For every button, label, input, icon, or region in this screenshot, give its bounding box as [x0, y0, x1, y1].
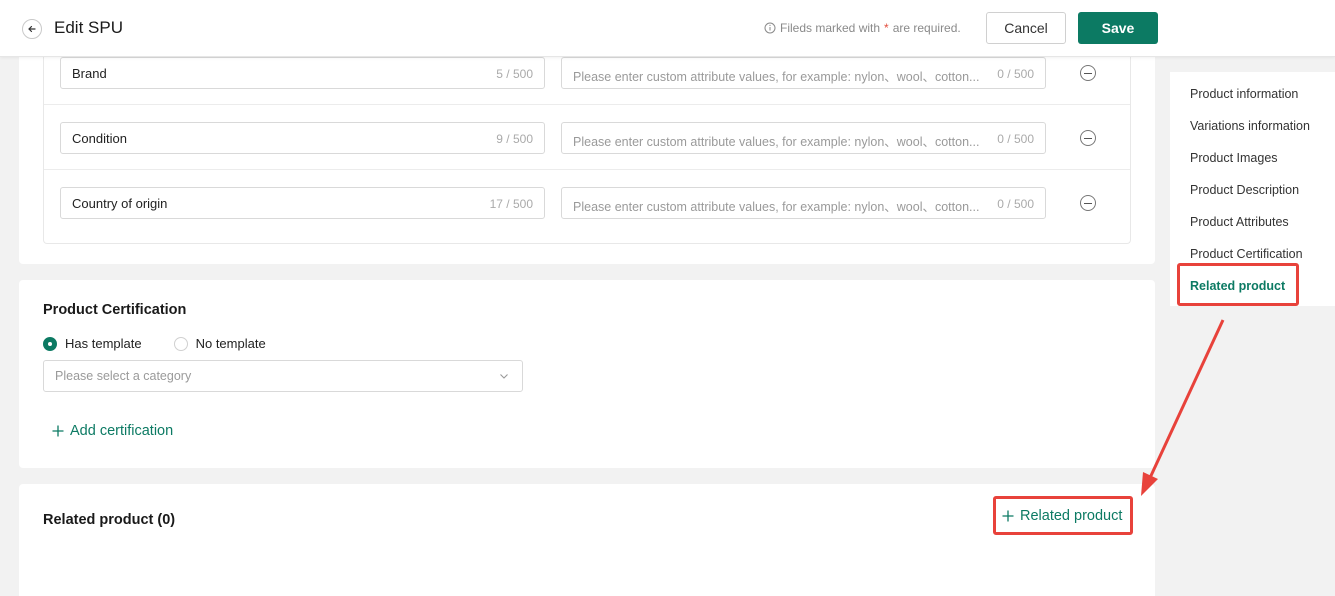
attribute-value-count: 0 / 500	[997, 132, 1034, 146]
attribute-value-count: 0 / 500	[997, 67, 1034, 81]
add-related-product-label: Related product	[1020, 508, 1123, 524]
attribute-value-placeholder: Please enter custom attribute values, fo…	[573, 70, 980, 84]
attribute-value-count: 0 / 500	[997, 197, 1034, 211]
plus-icon	[1002, 510, 1014, 522]
attribute-name-input[interactable]: Condition 9 / 500	[60, 122, 545, 154]
plus-icon	[52, 425, 64, 437]
nav-item-product-description[interactable]: Product Description	[1190, 183, 1299, 197]
attribute-name-value: Country of origin	[72, 196, 168, 211]
required-star: *	[884, 21, 889, 35]
attributes-card: Brand 5 / 500 Please enter custom attrib…	[19, 40, 1155, 264]
save-button[interactable]: Save	[1078, 12, 1158, 44]
annotation-highlight-box: Related product	[993, 496, 1133, 535]
radio-checked-icon	[43, 336, 57, 351]
top-bar: Edit SPU Fileds marked with * are requir…	[0, 0, 1335, 57]
attribute-name-count: 5 / 500	[496, 67, 533, 81]
required-note-prefix: Fileds marked with	[780, 21, 881, 35]
certification-card: Product Certification Has template No te…	[19, 280, 1155, 468]
cancel-button[interactable]: Cancel	[986, 12, 1066, 44]
attribute-value-placeholder: Please enter custom attribute values, fo…	[573, 200, 980, 214]
radio-label: No template	[195, 336, 266, 351]
related-product-title: Related product (0)	[43, 512, 176, 528]
nav-item-product-certification[interactable]: Product Certification	[1190, 247, 1303, 261]
attribute-name-input[interactable]: Country of origin 17 / 500	[60, 187, 545, 219]
attribute-row: Condition 9 / 500 Please enter custom at…	[44, 105, 1130, 170]
add-related-product-button[interactable]: Related product	[1002, 508, 1122, 524]
info-icon	[764, 22, 776, 34]
attribute-name-input[interactable]: Brand 5 / 500	[60, 57, 545, 89]
nav-item-product-attributes[interactable]: Product Attributes	[1190, 215, 1289, 229]
category-select-placeholder: Please select a category	[55, 369, 192, 383]
attribute-name-count: 17 / 500	[489, 197, 533, 211]
category-select[interactable]: Please select a category	[43, 360, 523, 392]
back-button[interactable]	[22, 19, 42, 39]
add-certification-label: Add certification	[70, 423, 174, 439]
attribute-name-value: Condition	[72, 131, 127, 146]
required-note-suffix: are required.	[892, 21, 961, 35]
radio-no-template[interactable]: No template	[173, 336, 266, 351]
remove-attribute-icon[interactable]	[1080, 65, 1096, 81]
nav-item-product-images[interactable]: Product Images	[1190, 151, 1278, 165]
attribute-name-count: 9 / 500	[496, 132, 533, 146]
attributes-table: Brand 5 / 500 Please enter custom attrib…	[43, 40, 1131, 244]
nav-item-product-information[interactable]: Product information	[1190, 87, 1298, 101]
arrow-left-icon	[28, 25, 36, 33]
attribute-name-value: Brand	[72, 66, 107, 81]
chevron-down-icon	[500, 374, 508, 379]
page-title: Edit SPU	[54, 18, 123, 37]
required-note: Fileds marked with * are required.	[764, 21, 961, 35]
radio-label: Has template	[65, 336, 142, 351]
attribute-value-input[interactable]: Please enter custom attribute values, fo…	[561, 187, 1046, 219]
attribute-row: Country of origin 17 / 500 Please enter …	[44, 170, 1130, 235]
remove-attribute-icon[interactable]	[1080, 195, 1096, 211]
annotation-highlight-box	[1177, 263, 1299, 306]
related-product-card: Related product (0) Related product	[19, 484, 1155, 596]
attribute-value-input[interactable]: Please enter custom attribute values, fo…	[561, 57, 1046, 89]
add-certification-button[interactable]: Add certification	[52, 423, 173, 439]
radio-has-template[interactable]: Has template	[43, 336, 142, 351]
nav-item-variations-information[interactable]: Variations information	[1190, 119, 1310, 133]
attribute-value-placeholder: Please enter custom attribute values, fo…	[573, 135, 980, 149]
certification-title: Product Certification	[43, 302, 187, 318]
template-radio-group: Has template No template	[43, 336, 266, 351]
remove-attribute-icon[interactable]	[1080, 130, 1096, 146]
radio-unchecked-icon	[173, 336, 188, 351]
attribute-value-input[interactable]: Please enter custom attribute values, fo…	[561, 122, 1046, 154]
